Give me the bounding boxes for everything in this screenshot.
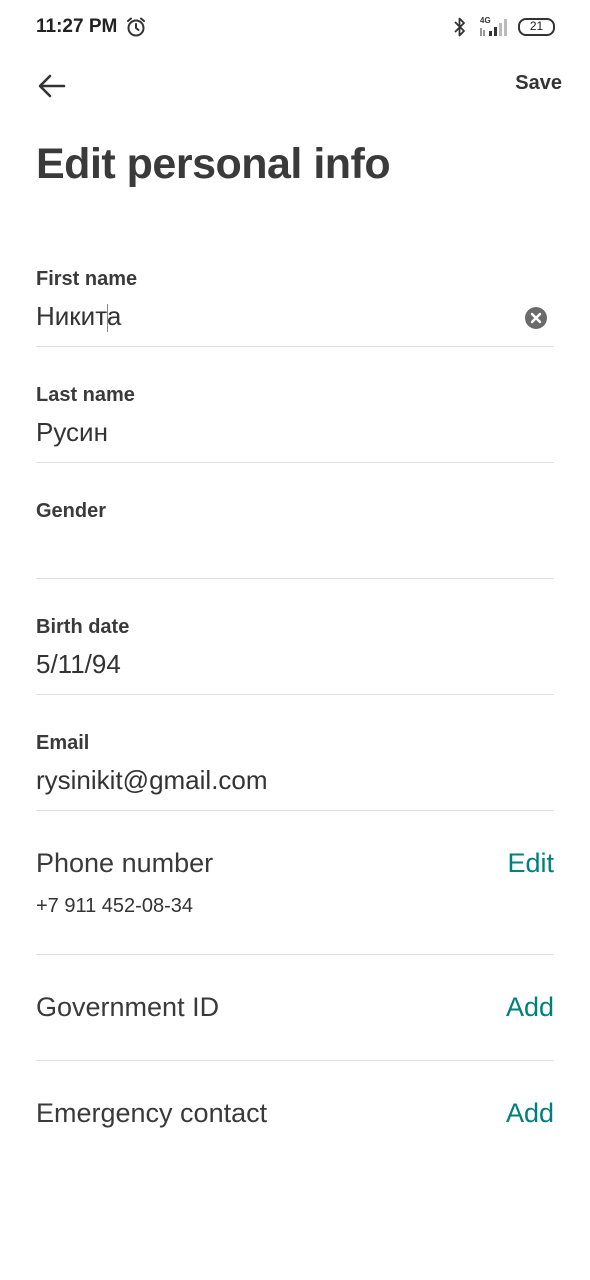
- government-id-row: Government ID Add: [36, 992, 554, 1061]
- government-id-title: Government ID: [36, 992, 220, 1022]
- first-name-label: First name: [36, 268, 138, 290]
- arrow-left-icon: [38, 74, 66, 98]
- email-input[interactable]: rysinikit@gmail.com: [36, 763, 554, 797]
- text-cursor: [107, 304, 109, 333]
- phone-number-row: Phone number Edit +7 911 452-08-34: [36, 848, 554, 955]
- first-name-value: Никита: [36, 301, 122, 331]
- gender-label: Gender: [36, 500, 107, 522]
- page-title: Edit personal info: [36, 140, 391, 188]
- status-bar: 11:27 PM 4G 21: [0, 0, 590, 56]
- gender-field[interactable]: Gender: [36, 500, 554, 579]
- signal-icon: 4G: [480, 16, 507, 36]
- last-name-label: Last name: [36, 384, 135, 406]
- first-name-input[interactable]: Никита: [36, 299, 554, 333]
- last-name-input[interactable]: Русин: [36, 415, 554, 449]
- birth-date-label: Birth date: [36, 616, 130, 638]
- phone-number-title: Phone number: [36, 848, 214, 878]
- network-type-label: 4G: [480, 16, 491, 25]
- add-government-id-button[interactable]: Add: [506, 992, 554, 1023]
- gender-select[interactable]: [36, 531, 554, 565]
- battery-icon: 21: [518, 18, 555, 36]
- add-emergency-contact-button[interactable]: Add: [506, 1098, 554, 1129]
- status-time: 11:27 PM: [36, 16, 118, 37]
- save-button[interactable]: Save: [515, 72, 562, 95]
- emergency-contact-title: Emergency contact: [36, 1098, 268, 1128]
- phone-number-value: +7 911 452-08-34: [36, 895, 193, 917]
- battery-level: 21: [529, 19, 544, 33]
- back-button[interactable]: [32, 66, 72, 106]
- last-name-field[interactable]: Last name Русин: [36, 384, 554, 463]
- email-field[interactable]: Email rysinikit@gmail.com: [36, 732, 554, 811]
- birth-date-field[interactable]: Birth date 5/11/94: [36, 616, 554, 695]
- clear-icon[interactable]: [524, 306, 548, 330]
- edit-phone-button[interactable]: Edit: [507, 848, 554, 879]
- bluetooth-icon: [454, 17, 465, 37]
- first-name-field[interactable]: First name Никита: [36, 268, 554, 347]
- emergency-contact-row: Emergency contact Add: [36, 1098, 554, 1158]
- alarm-icon: [127, 17, 145, 37]
- email-label: Email: [36, 732, 90, 754]
- birth-date-input[interactable]: 5/11/94: [36, 647, 554, 681]
